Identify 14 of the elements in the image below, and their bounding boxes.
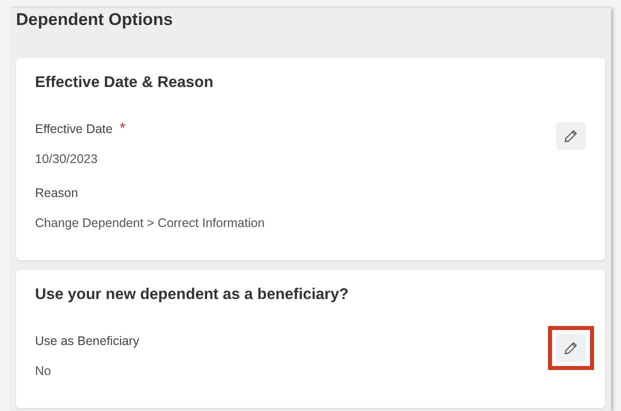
pencil-icon xyxy=(564,129,578,143)
field-value: 10/30/2023 xyxy=(35,152,99,166)
panel-title: Dependent Options xyxy=(16,10,174,31)
section-title: Effective Date & Reason xyxy=(35,74,214,92)
field-value: No xyxy=(35,364,52,378)
field-label: Effective Date xyxy=(35,122,113,136)
required-mark: * xyxy=(120,124,126,134)
field-label: Use as Beneficiary xyxy=(35,334,140,348)
field-value: Change Dependent > Correct Information xyxy=(35,216,265,230)
section-title: Use your new dependent as a beneficiary? xyxy=(35,286,350,304)
edit-button[interactable] xyxy=(556,122,586,150)
field-label: Reason xyxy=(35,186,78,200)
pencil-icon xyxy=(564,341,578,355)
edit-button[interactable] xyxy=(556,334,586,362)
